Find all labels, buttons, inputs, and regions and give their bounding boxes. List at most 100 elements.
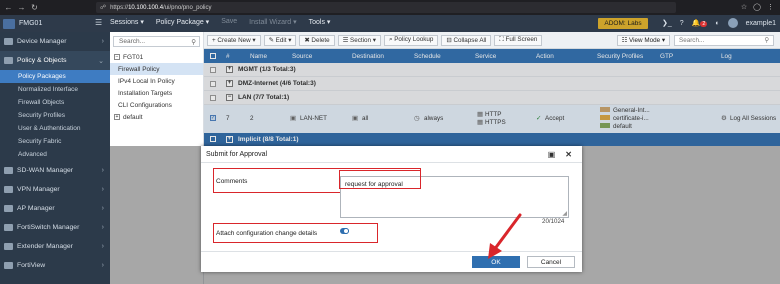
cancel-button[interactable]: Cancel — [527, 256, 575, 268]
nav-label: FortiSwitch Manager — [17, 224, 80, 231]
expand-icon[interactable]: + — [114, 114, 120, 120]
avatar[interactable] — [727, 18, 738, 28]
dialog-title-bar: Submit for Approval ▣ ✕ — [201, 146, 582, 163]
policy-lookup-button[interactable]: ⌕ Policy Lookup — [383, 34, 439, 46]
theme-icon[interactable]: ◐ — [715, 20, 719, 27]
address-bar[interactable]: ☍ https://10.100.100.4/ui/pno/pno_policy — [96, 2, 676, 13]
install-wizard-menu[interactable]: Install Wizard ▾ — [249, 18, 296, 26]
nav-policy-objects[interactable]: Policy & Objects ⌄ — [0, 51, 110, 70]
tree-node-label: IPv4 Local In Policy — [118, 77, 175, 85]
tree-node-label: Installation Targets — [118, 89, 173, 97]
nav-label: Policy & Objects — [17, 57, 67, 64]
app-header: FMG01 ☰ Sessions ▾ Policy Package ▾ Save… — [0, 15, 780, 32]
tree-node-fgt01[interactable]: − FGT01 — [110, 51, 203, 63]
chevron-right-icon: › — [101, 262, 104, 269]
save-button[interactable]: Save — [221, 18, 237, 26]
resize-handle-icon[interactable]: ◢ — [562, 210, 567, 217]
edit-button[interactable]: ✎ Edit ▾ — [263, 34, 297, 46]
arrow-shaft — [492, 213, 522, 252]
nav-security-profiles[interactable]: Security Profiles — [0, 109, 110, 122]
arrow-head — [488, 243, 502, 259]
nav-label: VPN Manager — [17, 186, 60, 193]
modal-backdrop-top — [204, 49, 780, 146]
profile-icon[interactable]: ◯ — [753, 3, 761, 11]
chevron-right-icon: › — [101, 243, 104, 250]
nav-label: SD-WAN Manager — [17, 167, 74, 174]
nav-label: Extender Manager — [17, 243, 73, 250]
policy-search-input[interactable]: Search... ⚲ — [674, 35, 774, 46]
chevron-right-icon: › — [101, 38, 104, 45]
forward-icon[interactable]: → — [17, 3, 26, 12]
tools-menu[interactable]: Tools ▾ — [309, 18, 331, 26]
nav-fortiswitch-manager[interactable]: FortiSwitch Manager › — [0, 218, 110, 237]
nav-label: AP Manager — [17, 205, 55, 212]
tree-node-label: CLI Configurations — [118, 101, 172, 109]
tree-node-local-in-policy[interactable]: IPv4 Local In Policy — [110, 75, 203, 87]
policy-package-menu[interactable]: Policy Package ▾ — [156, 18, 209, 26]
tree-node-cli-configurations[interactable]: CLI Configurations — [110, 99, 203, 111]
terminal-icon[interactable]: ❯_ — [662, 19, 672, 27]
char-counter: 20/1024 — [542, 218, 565, 225]
chevron-right-icon: › — [101, 167, 104, 174]
policy-icon — [4, 57, 13, 64]
chevron-right-icon: › — [101, 186, 104, 193]
tree-node-label: default — [123, 113, 143, 121]
nav-security-fabric[interactable]: Security Fabric — [0, 135, 110, 148]
nav-user-authentication[interactable]: User & Authentication — [0, 122, 110, 135]
nav-vpn-manager[interactable]: VPN Manager › — [0, 180, 110, 199]
browser-toolbar: ← → ↻ ☍ https://10.100.100.4/ui/pno/pno_… — [0, 0, 780, 15]
chevron-right-icon: › — [101, 224, 104, 231]
nav-device-manager[interactable]: Device Manager › — [0, 32, 110, 51]
nav-firewall-objects[interactable]: Firewall Objects — [0, 96, 110, 109]
fortinet-logo-icon — [3, 18, 15, 29]
comments-value-highlight-box — [339, 170, 421, 189]
attach-details-toggle[interactable] — [340, 228, 349, 234]
star-icon[interactable]: ☆ — [741, 3, 747, 11]
ap-icon — [4, 205, 13, 212]
back-icon[interactable]: ← — [4, 3, 13, 12]
nav-advanced[interactable]: Advanced — [0, 148, 110, 161]
extender-icon — [4, 243, 13, 250]
search-placeholder: Search... — [679, 37, 705, 44]
nav-ap-manager[interactable]: AP Manager › — [0, 199, 110, 218]
annotation-arrow-icon — [488, 213, 522, 259]
shield-icon: ☍ — [100, 5, 107, 11]
nav-normalized-interface[interactable]: Normalized Interface — [0, 83, 110, 96]
switch-icon — [4, 224, 13, 231]
collapse-all-button[interactable]: ⊟ Collapse All — [441, 34, 492, 46]
tree-node-firewall-policy[interactable]: Firewall Policy — [110, 63, 203, 75]
fortiview-icon — [4, 262, 13, 269]
nav-policy-packages[interactable]: Policy Packages — [0, 70, 110, 83]
nav-sdwan-manager[interactable]: SD-WAN Manager › — [0, 161, 110, 180]
tree-search-input[interactable]: Search... ⚲ — [113, 36, 200, 47]
help-icon[interactable]: ? — [680, 20, 684, 27]
nav-fortiview[interactable]: FortiView › — [0, 256, 110, 275]
app-name: FMG01 — [19, 20, 43, 27]
nav-label: FortiView — [17, 262, 46, 269]
chevron-right-icon: › — [101, 205, 104, 212]
reload-icon[interactable]: ↻ — [30, 3, 39, 12]
sessions-menu[interactable]: Sessions ▾ — [110, 18, 144, 26]
policy-toolbar: + Create New ▾ ✎ Edit ▾ ✖ Delete ☰ Secti… — [204, 32, 780, 49]
view-mode-button[interactable]: ☷ View Mode ▾ — [616, 35, 670, 46]
full-screen-button[interactable]: ⛶ Full Screen — [494, 34, 543, 46]
delete-button[interactable]: ✖ Delete — [299, 34, 335, 46]
create-new-button[interactable]: + Create New ▾ — [207, 34, 261, 46]
close-icon[interactable]: ✕ — [565, 150, 572, 159]
nav-extender-manager[interactable]: Extender Manager › — [0, 237, 110, 256]
hamburger-icon[interactable]: ☰ — [95, 18, 102, 27]
sdwan-icon — [4, 167, 13, 174]
tree-node-default[interactable]: + default — [110, 111, 203, 123]
maximize-icon[interactable]: ▣ — [548, 150, 556, 159]
tree-search-placeholder: Search... — [119, 38, 146, 45]
attach-label: Attach configuration change details — [216, 230, 318, 237]
left-nav: Device Manager › Policy & Objects ⌄ Policy… — [0, 32, 110, 284]
user-name[interactable]: example1 — [746, 20, 776, 27]
menu-icon[interactable]: ⋮ — [767, 3, 774, 11]
section-button[interactable]: ☰ Section ▾ — [337, 34, 381, 46]
collapse-icon[interactable]: − — [114, 54, 120, 60]
tree-node-installation-targets[interactable]: Installation Targets — [110, 87, 203, 99]
adom-selector[interactable]: ADOM: Labs — [598, 18, 648, 29]
url-host: 10.100.100.4 — [128, 4, 164, 11]
bell-icon[interactable]: 🔔 2 — [692, 19, 708, 27]
